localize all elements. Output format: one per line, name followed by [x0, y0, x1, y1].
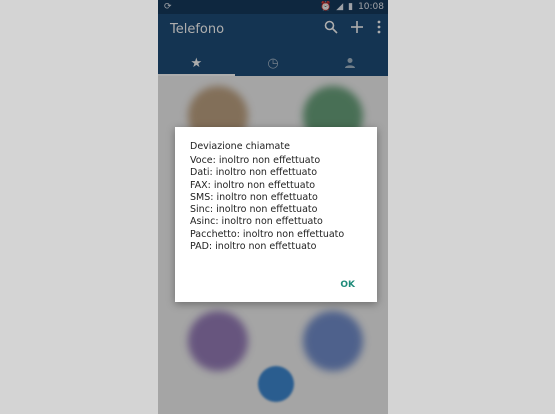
dialog-message: Voce: inoltro non effettuato Dati: inolt… [190, 155, 344, 253]
forwarding-status-line: PAD: inoltro non effettuato [190, 241, 317, 253]
ok-button[interactable]: OK [336, 278, 359, 292]
forwarding-status-line: FAX: inoltro non effettuato [190, 179, 316, 191]
dialog-title: Deviazione chiamate [190, 141, 290, 152]
forwarding-status-line: Sinc: inoltro non effettuato [190, 204, 318, 216]
dialpad-fab[interactable] [258, 366, 294, 402]
forwarding-status-line: SMS: inoltro non effettuato [190, 191, 318, 203]
forwarding-status-line: Voce: inoltro non effettuato [190, 155, 321, 166]
call-forwarding-dialog: Deviazione chiamate Voce: inoltro non ef… [175, 127, 377, 302]
forwarding-status-line: Asinc: inoltro non effettuato [190, 216, 323, 228]
forwarding-status-line: Pacchetto: inoltro non effettuato [190, 228, 345, 240]
forwarding-status-line: Dati: inoltro non effettuato [190, 167, 318, 179]
